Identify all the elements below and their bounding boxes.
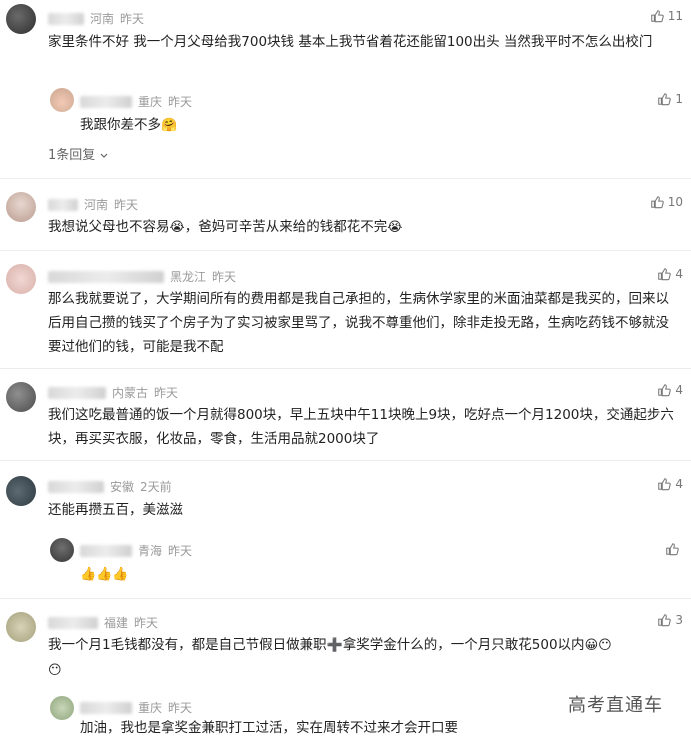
time: 昨天 bbox=[120, 12, 145, 26]
time: 昨天 bbox=[212, 270, 237, 284]
username-blurred[interactable] bbox=[48, 12, 84, 25]
time: 昨天 bbox=[154, 386, 179, 400]
location: 河南 bbox=[90, 12, 115, 26]
hug-emoji: 🤗 bbox=[161, 118, 178, 133]
like-count: 4 bbox=[675, 477, 683, 491]
username-blurred[interactable] bbox=[48, 270, 164, 283]
thumb-up-icon bbox=[658, 614, 672, 627]
thumb-up-icon bbox=[658, 384, 672, 397]
replies-toggle[interactable]: 1条回复 bbox=[48, 144, 109, 163]
avatar[interactable] bbox=[6, 4, 36, 34]
time: 昨天 bbox=[114, 198, 139, 212]
face-emoji: 😀😶 bbox=[584, 638, 612, 653]
crying-emoji: 😭 bbox=[169, 220, 185, 235]
time: 昨天 bbox=[134, 616, 159, 630]
comment-meta: 黑龙江 昨天 bbox=[48, 268, 236, 285]
like-button[interactable]: 1 bbox=[657, 92, 683, 106]
reply-text: 加油，我也是拿奖金兼职打工过活，实在周转不过来才会开口要 bbox=[80, 720, 458, 736]
thumb-up-icon bbox=[658, 93, 672, 106]
reply-text: 我跟你差不多🤗 bbox=[80, 113, 177, 138]
location: 重庆 bbox=[138, 701, 163, 715]
comment-text: 我们这吃最普通的饭一个月就得800块，早上五块中午11块晚上9块，吃好点一个月1… bbox=[48, 407, 674, 447]
divider bbox=[0, 250, 691, 251]
comment-meta: 安徽 2天前 bbox=[48, 478, 172, 495]
watermark: 高考直通车 bbox=[568, 695, 663, 716]
like-count: 11 bbox=[667, 9, 683, 23]
username-blurred[interactable] bbox=[48, 198, 78, 211]
thumb-up-icon bbox=[666, 543, 679, 556]
comment-text-part1: 我想说父母也不容易 bbox=[48, 219, 170, 235]
avatar[interactable] bbox=[6, 192, 36, 222]
avatar[interactable] bbox=[6, 612, 36, 642]
comment-text: 我一个月1毛钱都没有，都是自己节假日做兼职➕拿奖学金什么的，一个月只敢花500以… bbox=[48, 633, 680, 683]
avatar[interactable] bbox=[6, 382, 36, 412]
crying-emoji: 😭 bbox=[387, 220, 403, 235]
like-button[interactable] bbox=[665, 542, 683, 556]
thumb-up-icon bbox=[650, 10, 664, 23]
reply-text-content: 我跟你差不多 bbox=[80, 117, 161, 133]
reply-meta: 青海 昨天 bbox=[80, 542, 192, 559]
face-emoji: 😶 bbox=[48, 663, 62, 678]
divider bbox=[0, 368, 691, 369]
like-button[interactable]: 10 bbox=[650, 195, 683, 209]
chevron-down-icon bbox=[100, 153, 108, 158]
divider bbox=[0, 178, 691, 179]
avatar[interactable] bbox=[6, 264, 36, 294]
location: 福建 bbox=[104, 616, 129, 630]
comment-text: 那么我就要说了，大学期间所有的费用都是我自己承担的，生病休学家里的米面油菜都是我… bbox=[48, 291, 669, 355]
username-blurred[interactable] bbox=[80, 701, 132, 714]
location: 青海 bbox=[138, 544, 163, 558]
location: 黑龙江 bbox=[170, 270, 207, 284]
like-button[interactable]: 4 bbox=[657, 267, 683, 281]
like-button[interactable]: 4 bbox=[657, 477, 683, 491]
reply-meta: 重庆 昨天 bbox=[80, 93, 192, 110]
like-count: 10 bbox=[667, 195, 683, 209]
replies-toggle-label: 1条回复 bbox=[48, 148, 96, 163]
like-button[interactable]: 4 bbox=[657, 383, 683, 397]
location: 河南 bbox=[84, 198, 109, 212]
like-count: 3 bbox=[675, 613, 683, 627]
thumb-up-icon bbox=[658, 268, 672, 281]
avatar[interactable] bbox=[50, 538, 74, 562]
like-count: 4 bbox=[675, 267, 683, 281]
time: 昨天 bbox=[168, 95, 193, 109]
location: 重庆 bbox=[138, 95, 163, 109]
username-blurred[interactable] bbox=[80, 95, 132, 108]
comment-text: 还能再攒五百，美滋滋 bbox=[48, 502, 183, 518]
reply-text: 👍👍👍 bbox=[80, 562, 129, 587]
thumbs-up-emoji: 👍👍👍 bbox=[80, 567, 129, 582]
avatar[interactable] bbox=[50, 696, 74, 720]
username-blurred[interactable] bbox=[48, 386, 106, 399]
comment-meta: 河南 昨天 bbox=[48, 196, 138, 213]
comment-text-part2: 拿奖学金什么的，一个月只敢花500以内 bbox=[342, 637, 585, 653]
username-blurred[interactable] bbox=[48, 480, 104, 493]
divider bbox=[0, 598, 691, 599]
like-count: 1 bbox=[675, 92, 683, 106]
username-blurred[interactable] bbox=[48, 616, 98, 629]
reply-meta: 重庆 昨天 bbox=[80, 699, 192, 716]
username-blurred[interactable] bbox=[80, 544, 132, 557]
comment-text: 家里条件不好 我一个月父母给我700块钱 基本上我节省着花还能留100出头 当然… bbox=[48, 34, 653, 50]
time: 昨天 bbox=[168, 701, 193, 715]
avatar[interactable] bbox=[6, 476, 36, 506]
plus-emoji: ➕ bbox=[326, 638, 343, 653]
time: 昨天 bbox=[168, 544, 193, 558]
comment-meta: 河南 昨天 bbox=[48, 10, 144, 27]
thumb-up-icon bbox=[650, 196, 664, 209]
like-button[interactable]: 3 bbox=[657, 613, 683, 627]
thumb-up-icon bbox=[658, 478, 672, 491]
location: 安徽 bbox=[110, 480, 135, 494]
time: 2天前 bbox=[140, 480, 172, 494]
like-button[interactable]: 11 bbox=[650, 9, 683, 23]
comment-meta: 内蒙古 昨天 bbox=[48, 384, 178, 401]
like-count: 4 bbox=[675, 383, 683, 397]
divider bbox=[0, 460, 691, 461]
comment-meta: 福建 昨天 bbox=[48, 614, 158, 631]
avatar[interactable] bbox=[50, 88, 74, 112]
location: 内蒙古 bbox=[112, 386, 149, 400]
comment-text-part1: 我一个月1毛钱都没有，都是自己节假日做兼职 bbox=[48, 637, 327, 653]
comment-text-part2: ，爸妈可辛苦从来给的钱都花不完 bbox=[184, 219, 388, 235]
comment-text: 我想说父母也不容易😭，爸妈可辛苦从来给的钱都花不完😭 bbox=[48, 215, 678, 240]
